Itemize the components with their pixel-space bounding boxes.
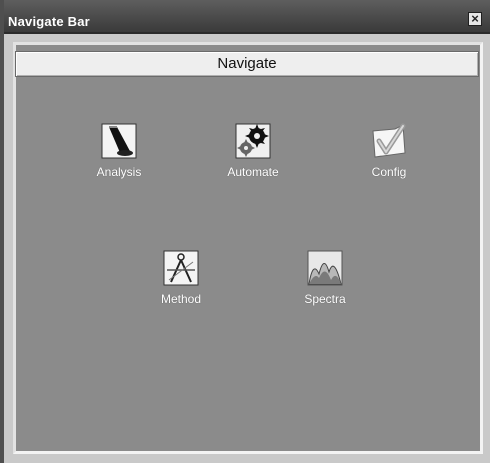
close-button[interactable]: × [468,12,482,26]
nav-item-config[interactable]: Config [344,123,434,179]
navigate-header[interactable]: Navigate [15,51,479,77]
title-bar[interactable]: Navigate Bar × [4,0,490,34]
spectra-icon [307,250,343,286]
nav-label-spectra: Spectra [304,292,346,306]
analysis-icon [101,123,137,159]
config-icon [372,123,406,158]
nav-label-analysis: Analysis [96,165,142,179]
nav-item-automate[interactable]: Automate [208,123,298,179]
nav-item-spectra[interactable]: Spectra [280,250,370,306]
navigate-bar-window: Navigate Bar × Navigate Analysis Automat… [0,0,490,463]
method-icon [163,250,199,286]
close-icon: × [471,11,479,26]
nav-label-method: Method [160,292,202,306]
automate-icon [235,123,271,159]
navigate-panel [13,42,483,454]
window-title: Navigate Bar [8,14,90,29]
nav-label-automate: Automate [227,165,279,179]
nav-label-config: Config [371,165,407,179]
nav-item-analysis[interactable]: Analysis [74,123,164,179]
nav-item-method[interactable]: Method [136,250,226,306]
